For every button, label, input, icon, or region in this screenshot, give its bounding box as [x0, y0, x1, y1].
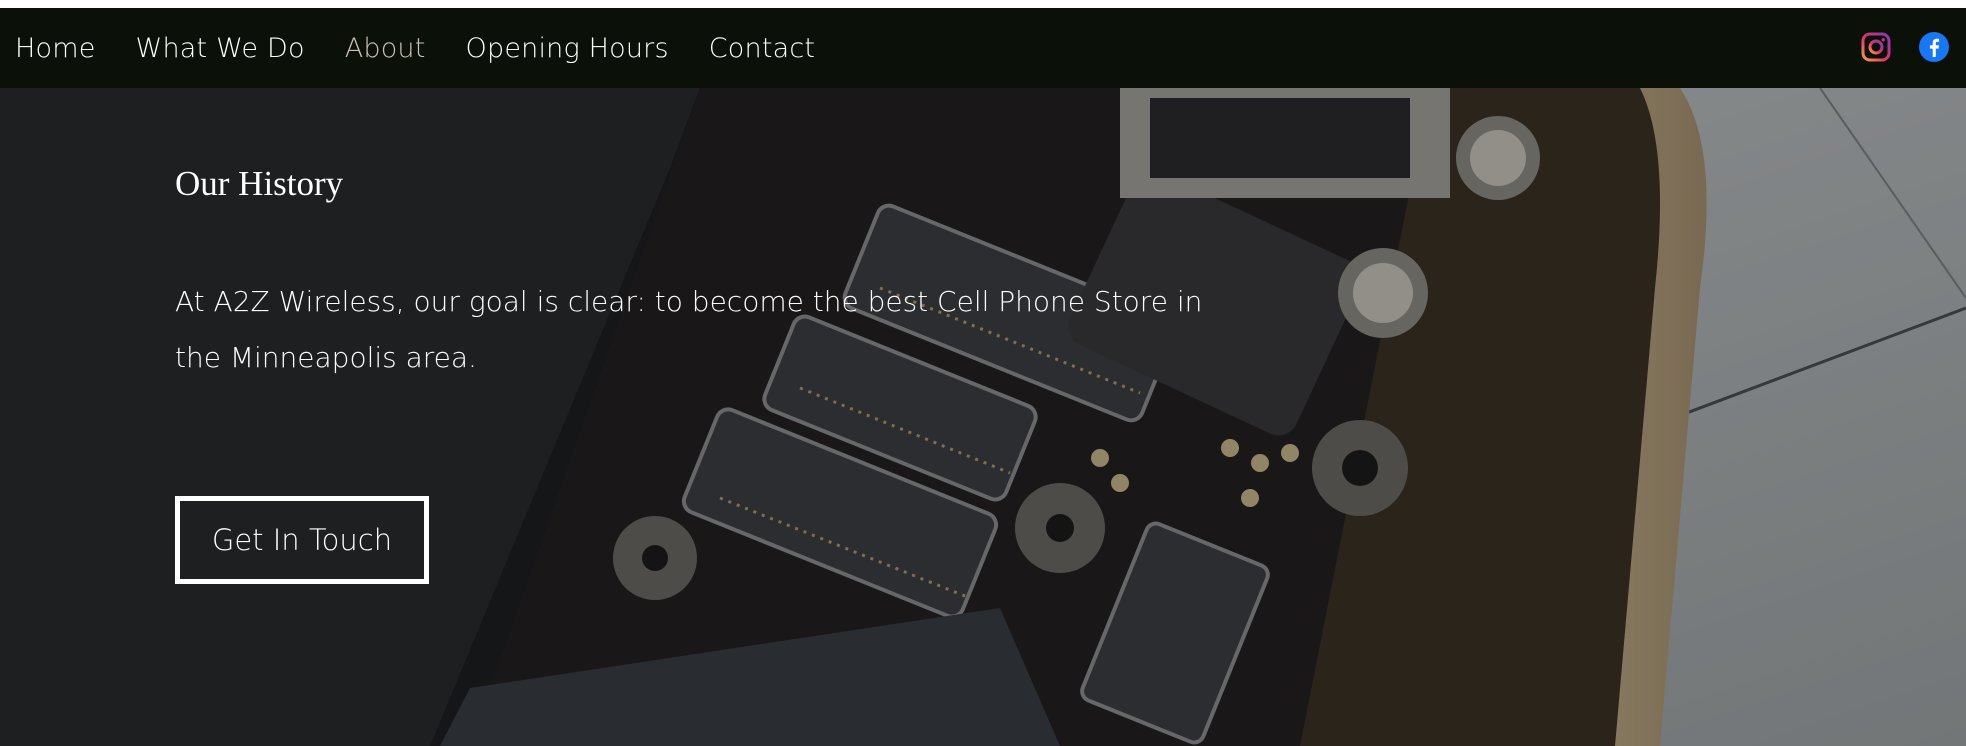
get-in-touch-button[interactable]: Get In Touch: [175, 496, 429, 584]
nav-item-home[interactable]: Home: [15, 33, 96, 64]
nav-item-what-we-do[interactable]: What We Do: [136, 33, 305, 64]
section-description: At A2Z Wireless, our goal is clear: to b…: [175, 285, 1203, 374]
nav-item-about[interactable]: About: [345, 33, 426, 64]
nav-menu: Home What We Do About Opening Hours Cont…: [15, 33, 855, 64]
facebook-icon[interactable]: [1918, 31, 1950, 63]
section-title: Our History: [175, 164, 344, 203]
top-strip: [0, 0, 1966, 8]
hero-section: Our History At A2Z Wireless, our goal is…: [0, 88, 1966, 746]
social-links: [1860, 31, 1950, 63]
nav-item-contact[interactable]: Contact: [709, 33, 815, 64]
nav-item-opening-hours[interactable]: Opening Hours: [466, 33, 669, 64]
instagram-icon[interactable]: [1860, 31, 1892, 63]
site-navbar: Home What We Do About Opening Hours Cont…: [0, 8, 1966, 88]
